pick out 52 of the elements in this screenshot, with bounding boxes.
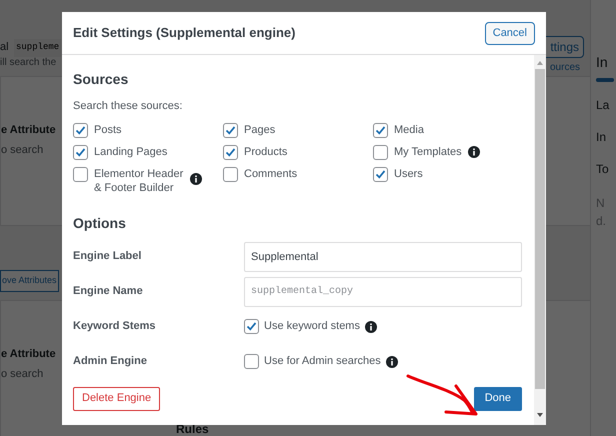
checkbox[interactable]	[244, 319, 259, 334]
source-label: Elementor Header & Footer Builder	[94, 166, 184, 194]
sidebar-heading: In	[596, 53, 609, 72]
delete-engine-button[interactable]: Delete Engine	[73, 386, 160, 410]
label-text: al	[0, 40, 9, 55]
checkbox-label: Use keyword stems	[264, 319, 360, 334]
checkbox[interactable]	[73, 166, 88, 182]
info-icon	[468, 146, 480, 158]
source-label: Posts	[94, 122, 122, 136]
rules-label: Rules	[176, 421, 209, 436]
source-label: Comments	[244, 166, 298, 180]
card-title: e Attribute	[1, 347, 56, 362]
checkbox[interactable]	[223, 166, 238, 182]
checkbox[interactable]	[73, 122, 88, 138]
checkbox-label: Use for Admin searches	[264, 354, 381, 370]
sources-prompt: Search these sources:	[73, 99, 184, 114]
source-label: My Templates	[394, 144, 462, 158]
source-label: Landing Pages	[94, 144, 168, 158]
text-input[interactable]: Supplemental	[244, 242, 522, 272]
option-label: Admin Engine	[73, 354, 148, 370]
source-label: Users	[394, 166, 423, 180]
option-label: Engine Name	[73, 284, 144, 300]
checkbox[interactable]	[373, 166, 388, 182]
option-label: Keyword Stems	[73, 319, 157, 334]
checkbox[interactable]	[373, 122, 388, 138]
card-title: e Attribute	[1, 123, 56, 138]
option-label: Engine Label	[73, 249, 142, 264]
code-field: suppleme	[14, 39, 62, 56]
sidebar-item: La	[596, 97, 610, 114]
sources-heading: Sources	[73, 70, 130, 89]
intro-text: ill search the	[0, 56, 56, 70]
checkbox[interactable]	[223, 122, 238, 138]
source-label: Products	[244, 144, 288, 158]
text-input[interactable]: supplemental_copy	[244, 276, 522, 306]
remove-attributes-button[interactable]: ove Attributes	[0, 270, 59, 292]
sidebar-item: In	[596, 129, 608, 146]
info-icon	[190, 172, 202, 184]
cancel-button[interactable]: Cancel	[484, 22, 535, 44]
checkbox[interactable]	[244, 354, 259, 369]
card-subtitle: o search	[1, 142, 44, 158]
source-label: Pages	[244, 122, 276, 136]
card-subtitle: o search	[1, 366, 44, 382]
checkbox[interactable]	[223, 144, 238, 160]
sidebar-item: To	[596, 161, 610, 178]
info-icon	[386, 356, 398, 368]
source-label: Media	[394, 122, 424, 136]
info-icon	[364, 320, 377, 332]
options-heading: Options	[73, 214, 127, 233]
modal-title: Edit Settings (Supplemental engine)	[73, 24, 296, 42]
checkbox[interactable]	[73, 144, 88, 160]
done-button[interactable]: Done	[474, 386, 522, 410]
checkbox[interactable]	[373, 144, 388, 160]
